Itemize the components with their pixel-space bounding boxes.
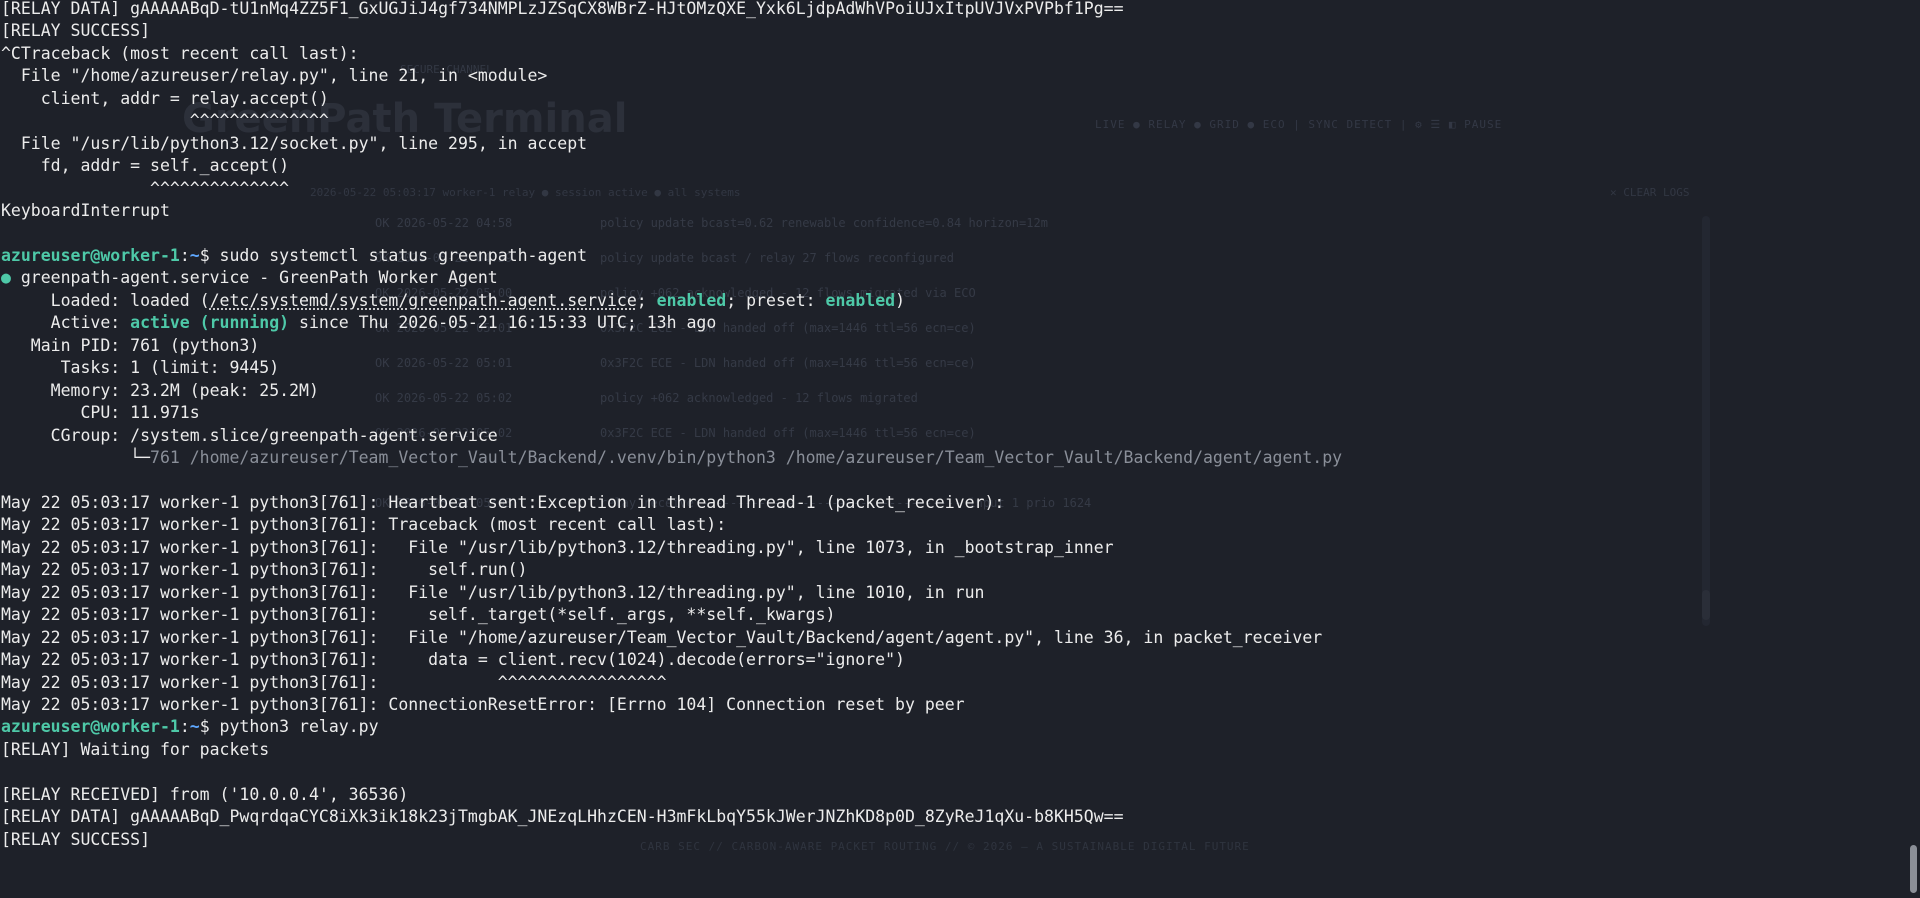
prompt-symbol: $ xyxy=(199,717,210,737)
terminal-line: May 22 05:03:17 worker-1 python3[761]: s… xyxy=(1,560,528,580)
status-dot-icon: ● xyxy=(1,268,11,288)
terminal-line: client, addr = relay.accept() xyxy=(1,88,329,108)
loaded-sep: ; xyxy=(636,290,657,310)
prompt-path: ~ xyxy=(189,245,200,265)
terminal-line: File "/home/azureuser/relay.py", line 21… xyxy=(1,66,548,86)
terminal-line: CGroup: /system.slice/greenpath-agent.se… xyxy=(1,425,498,445)
terminal-line: KeyboardInterrupt xyxy=(1,201,170,221)
terminal-line: May 22 05:03:17 worker-1 python3[761]: d… xyxy=(1,650,905,670)
terminal-output[interactable]: [RELAY DATA] gAAAAABqD-tU1nMq4ZZ5F1_GxUG… xyxy=(0,0,1905,898)
terminal-line: May 22 05:03:17 worker-1 python3[761]: T… xyxy=(1,515,727,535)
prompt-user-host: azureuser@worker-1 xyxy=(1,717,180,737)
enabled-state: enabled xyxy=(656,290,727,310)
terminal-line: [RELAY DATA] gAAAAABqD-tU1nMq4ZZ5F1_GxUG… xyxy=(1,0,1124,18)
prompt-user-host: azureuser@worker-1 xyxy=(1,245,180,265)
terminal-line: [RELAY RECEIVED] from ('10.0.0.4', 36536… xyxy=(1,784,409,804)
terminal-line: ^^^^^^^^^^^^^^ xyxy=(1,111,329,131)
terminal-line: May 22 05:03:17 worker-1 python3[761]: H… xyxy=(1,492,1005,512)
terminal-line: ^^^^^^^^^^^^^^ xyxy=(1,178,290,198)
terminal-line: [RELAY DATA] gAAAAABqD_PwqrdqaCYC8iXk3ik… xyxy=(1,807,1124,827)
cgroup-tree: └─ xyxy=(1,448,151,467)
terminal-line: [RELAY] Waiting for packets xyxy=(1,739,270,759)
cgroup-process: 761 /home/azureuser/Team_Vector_Vault/Ba… xyxy=(150,448,1343,467)
terminal-line: May 22 05:03:17 worker-1 python3[761]: s… xyxy=(1,605,836,625)
prompt-separator: : xyxy=(179,245,190,265)
prompt-separator: : xyxy=(179,717,190,737)
terminal-line: May 22 05:03:17 worker-1 python3[761]: C… xyxy=(1,694,965,714)
terminal-line: Tasks: 1 (limit: 9445) xyxy=(1,358,280,378)
prompt-command: sudo systemctl status greenpath-agent xyxy=(209,245,588,265)
terminal-scrollbar[interactable] xyxy=(1906,0,1920,898)
service-name: greenpath-agent.service - GreenPath Work… xyxy=(10,268,498,288)
shell-prompt-line: azureuser@worker-1:~$ sudo systemctl sta… xyxy=(1,245,587,267)
service-active-line: Active: active (running) since Thu 2026-… xyxy=(1,312,717,334)
cgroup-process-line: └─761 /home/azureuser/Team_Vector_Vault/… xyxy=(1,447,1342,469)
preset-label: ; preset: xyxy=(726,290,826,310)
terminal-line: Main PID: 761 (python3) xyxy=(1,335,260,355)
prompt-symbol: $ xyxy=(199,245,210,265)
terminal-line: CPU: 11.971s xyxy=(1,403,200,423)
active-state: active (running) xyxy=(130,313,290,333)
loaded-label: Loaded: loaded ( xyxy=(1,290,210,310)
terminal-line: fd, addr = self._accept() xyxy=(1,156,290,176)
terminal-line: Memory: 23.2M (peak: 25.2M) xyxy=(1,380,319,400)
unit-file-path: /etc/systemd/system/greenpath-agent.serv… xyxy=(209,290,637,310)
prompt-path: ~ xyxy=(189,717,200,737)
terminal-line: May 22 05:03:17 worker-1 python3[761]: F… xyxy=(1,537,1114,557)
terminal-line: File "/usr/lib/python3.12/socket.py", li… xyxy=(1,133,588,153)
terminal-line: May 22 05:03:17 worker-1 python3[761]: ^… xyxy=(1,672,667,692)
service-loaded-line: Loaded: loaded (/etc/systemd/system/gree… xyxy=(1,290,905,312)
prompt-command: python3 relay.py xyxy=(209,717,379,737)
terminal-scroll-thumb[interactable] xyxy=(1910,845,1917,893)
terminal-line: [RELAY SUCCESS] xyxy=(1,21,151,41)
terminal-line: May 22 05:03:17 worker-1 python3[761]: F… xyxy=(1,627,1323,647)
service-header-line: ● greenpath-agent.service - GreenPath Wo… xyxy=(1,267,498,289)
active-label: Active: xyxy=(1,313,131,333)
preset-state: enabled xyxy=(825,290,896,310)
terminal-line: [RELAY SUCCESS] xyxy=(1,829,151,849)
shell-prompt-line: azureuser@worker-1:~$ python3 relay.py xyxy=(1,716,379,738)
loaded-close: ) xyxy=(895,290,906,310)
terminal-line: May 22 05:03:17 worker-1 python3[761]: F… xyxy=(1,582,985,602)
terminal-line: ^CTraceback (most recent call last): xyxy=(1,43,359,63)
active-since: since Thu 2026-05-21 16:15:33 UTC; 13h a… xyxy=(289,313,717,333)
